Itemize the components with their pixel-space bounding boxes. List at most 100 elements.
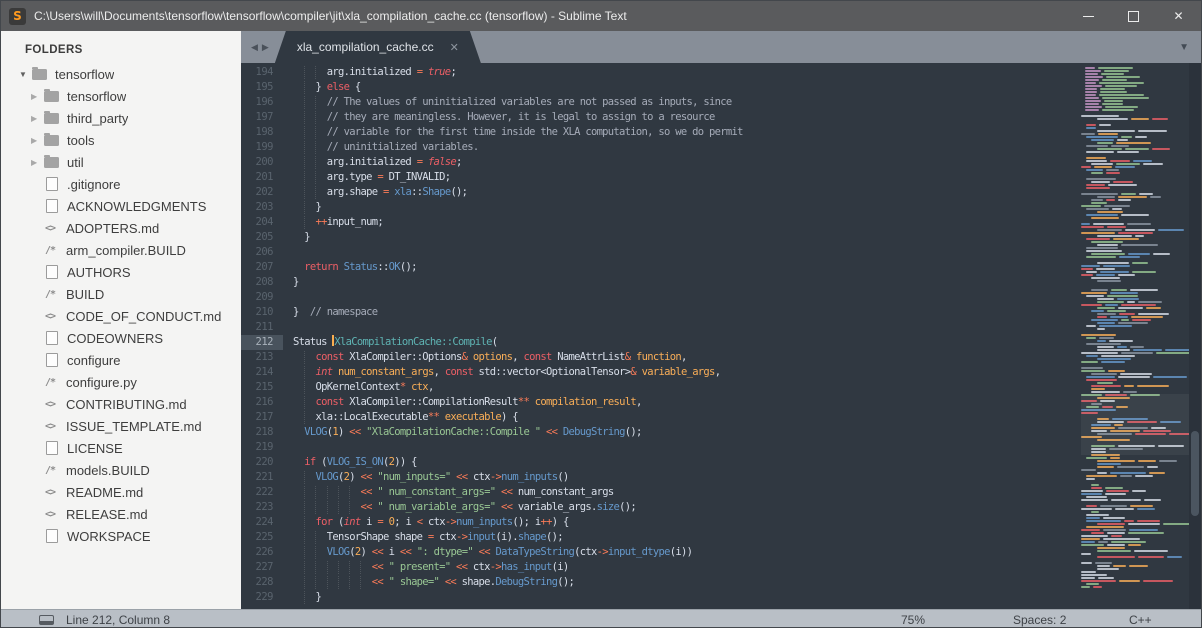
code-line: 201 arg.type = DT_INVALID;: [241, 170, 1079, 185]
sidebar-item-label: RELEASE.md: [66, 506, 148, 522]
file-icon: [46, 441, 58, 455]
sidebar-item-file[interactable]: configure: [1, 349, 241, 371]
sidebar-item-file[interactable]: LICENSE: [1, 437, 241, 459]
sidebar-item-folder[interactable]: ▶ tools: [1, 129, 241, 151]
minimap-content: [1081, 67, 1189, 588]
tab-nav-right-icon[interactable]: ▶: [262, 42, 269, 53]
close-button[interactable]: ✕: [1156, 1, 1201, 31]
vertical-scrollbar[interactable]: [1189, 63, 1201, 609]
sidebar-item-file[interactable]: WORKSPACE: [1, 525, 241, 547]
line-number: 227: [255, 561, 274, 573]
code-line: 215 OpKernelContext* ctx,: [241, 380, 1079, 395]
line-number: 209: [255, 291, 274, 303]
line-number: 216: [255, 396, 274, 408]
maximize-button[interactable]: [1111, 1, 1156, 31]
line-number: 202: [255, 186, 274, 198]
tab-close-icon[interactable]: ✕: [450, 41, 459, 54]
sublime-logo-icon: S: [9, 7, 26, 25]
line-number: 208: [255, 276, 274, 288]
sidebar-item-label: CONTRIBUTING.md: [66, 396, 187, 412]
sidebar-item-file[interactable]: <> ISSUE_TEMPLATE.md: [1, 415, 241, 437]
minimize-button[interactable]: [1066, 1, 1111, 31]
sidebar-item-file[interactable]: <> CODE_OF_CONDUCT.md: [1, 305, 241, 327]
code-line: 226 VLOG(2) << i << ": dtype=" << DataTy…: [241, 545, 1079, 560]
sidebar-item-file[interactable]: <> README.md: [1, 481, 241, 503]
sidebar-item-file[interactable]: <> CONTRIBUTING.md: [1, 393, 241, 415]
sidebar-item-file[interactable]: /* arm_compiler.BUILD: [1, 239, 241, 261]
scrollbar-thumb[interactable]: [1191, 431, 1199, 516]
line-number: 207: [255, 261, 274, 273]
line-number: 200: [255, 156, 274, 168]
folder-icon: [44, 110, 59, 124]
sidebar-item-file[interactable]: <> RELEASE.md: [1, 503, 241, 525]
sidebar-item-label: CODEOWNERS: [67, 330, 164, 346]
title-bar: S C:\Users\will\Documents\tensorflow\ten…: [1, 1, 1201, 31]
close-icon: ✕: [1173, 9, 1184, 23]
tab-bar: ◀ ▶ xla_compilation_cache.cc ✕ ▼: [241, 31, 1201, 63]
tab-active[interactable]: xla_compilation_cache.cc ✕: [275, 31, 481, 63]
indentation-status[interactable]: Spaces: 2: [1013, 610, 1066, 627]
sidebar-item-file[interactable]: /* configure.py: [1, 371, 241, 393]
source-file-icon: /*: [45, 288, 56, 300]
chevron-right-icon[interactable]: ▶: [31, 158, 44, 167]
sidebar-item-folder[interactable]: ▼ tensorflow: [1, 63, 241, 85]
folder-icon: [44, 132, 59, 146]
chevron-right-icon[interactable]: ▶: [31, 114, 44, 123]
sidebar-item-file[interactable]: CODEOWNERS: [1, 327, 241, 349]
line-number: 210: [255, 306, 274, 318]
tab-overflow-icon[interactable]: ▼: [1179, 31, 1189, 63]
line-number: 222: [255, 486, 274, 498]
code-line: 199 // uninitialized variables.: [241, 140, 1079, 155]
sidebar-item-label: WORKSPACE: [67, 528, 151, 544]
code-line: 217 xla::LocalExecutable** executable) {: [241, 410, 1079, 425]
code-line: 213 const XlaCompiler::Options& options,…: [241, 350, 1079, 365]
source-file-icon: /*: [45, 244, 56, 256]
code-line: 210} // namespace: [241, 305, 1079, 320]
sidebar-item-file[interactable]: .gitignore: [1, 173, 241, 195]
sidebar-item-folder[interactable]: ▶ tensorflow: [1, 85, 241, 107]
line-number: 195: [255, 81, 274, 93]
window-controls: ✕: [1066, 1, 1201, 31]
sidebar-item-label: models.BUILD: [66, 462, 150, 478]
sidebar-item-file[interactable]: ACKNOWLEDGMENTS: [1, 195, 241, 217]
minimap-viewport: [1081, 394, 1189, 455]
sidebar-item-file[interactable]: AUTHORS: [1, 261, 241, 283]
chevron-down-icon[interactable]: ▼: [19, 70, 32, 79]
code-line: 223 << " num_variable_args=" << variable…: [241, 500, 1079, 515]
minimap[interactable]: [1081, 63, 1189, 609]
panel-toggle-icon[interactable]: [39, 614, 54, 625]
sublime-text-window: S C:\Users\will\Documents\tensorflow\ten…: [0, 0, 1202, 628]
line-number: 214: [255, 366, 274, 378]
file-icon: [46, 529, 58, 543]
editor-column: ◀ ▶ xla_compilation_cache.cc ✕ ▼ 194 arg…: [241, 31, 1201, 609]
sidebar-item-label: .gitignore: [67, 176, 121, 192]
sidebar-item-label: tools: [67, 132, 95, 148]
sidebar-item-folder[interactable]: ▶ util: [1, 151, 241, 173]
code-line: 209: [241, 290, 1079, 305]
line-number: 229: [255, 591, 274, 603]
chevron-right-icon[interactable]: ▶: [31, 92, 44, 101]
chevron-right-icon[interactable]: ▶: [31, 136, 44, 145]
sidebar-item-file[interactable]: /* BUILD: [1, 283, 241, 305]
sidebar-item-file[interactable]: /* models.BUILD: [1, 459, 241, 481]
code-line: 214 int num_constant_args, const std::ve…: [241, 365, 1079, 380]
zoom-status[interactable]: 75%: [901, 610, 925, 627]
tab-nav-left-icon[interactable]: ◀: [251, 42, 258, 53]
line-number: 206: [255, 246, 274, 258]
code-line: 212 Status XlaCompilationCache::Compile(: [241, 335, 1079, 350]
sidebar-item-label: third_party: [67, 110, 129, 126]
sidebar-item-label: CODE_OF_CONDUCT.md: [66, 308, 222, 324]
folders-header: FOLDERS: [25, 44, 83, 56]
line-number: 223: [255, 501, 274, 513]
sidebar-item-label: AUTHORS: [67, 264, 131, 280]
syntax-status[interactable]: C++: [1129, 610, 1152, 627]
sidebar-item-file[interactable]: <> ADOPTERS.md: [1, 217, 241, 239]
minimize-icon: [1083, 15, 1094, 17]
sidebar-item-folder[interactable]: ▶ third_party: [1, 107, 241, 129]
code-editor[interactable]: 194 arg.initialized = true; 195 } else {1…: [241, 63, 1201, 609]
line-number: 217: [255, 411, 274, 423]
cursor-position-status: Line 212, Column 8: [66, 612, 171, 627]
code-line: 225 TensorShape shape = ctx->input(i).sh…: [241, 530, 1079, 545]
sidebar-item-label: util: [67, 154, 84, 170]
folder-icon: [44, 88, 59, 102]
